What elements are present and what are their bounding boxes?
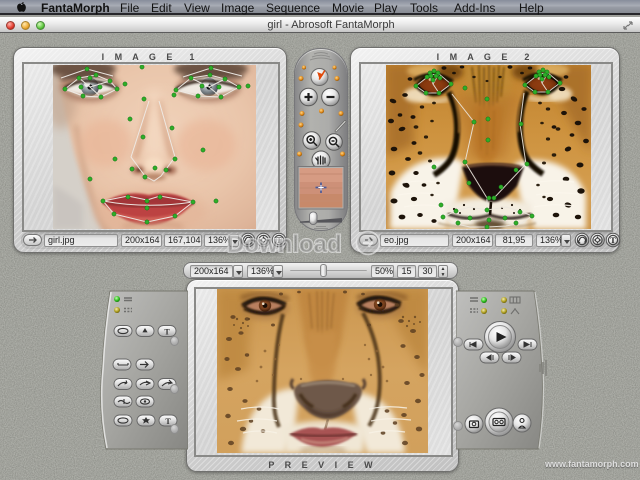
svg-text:T: T (164, 328, 170, 337)
svg-text:Download: Download (227, 231, 342, 258)
svg-text:T: T (610, 235, 616, 245)
